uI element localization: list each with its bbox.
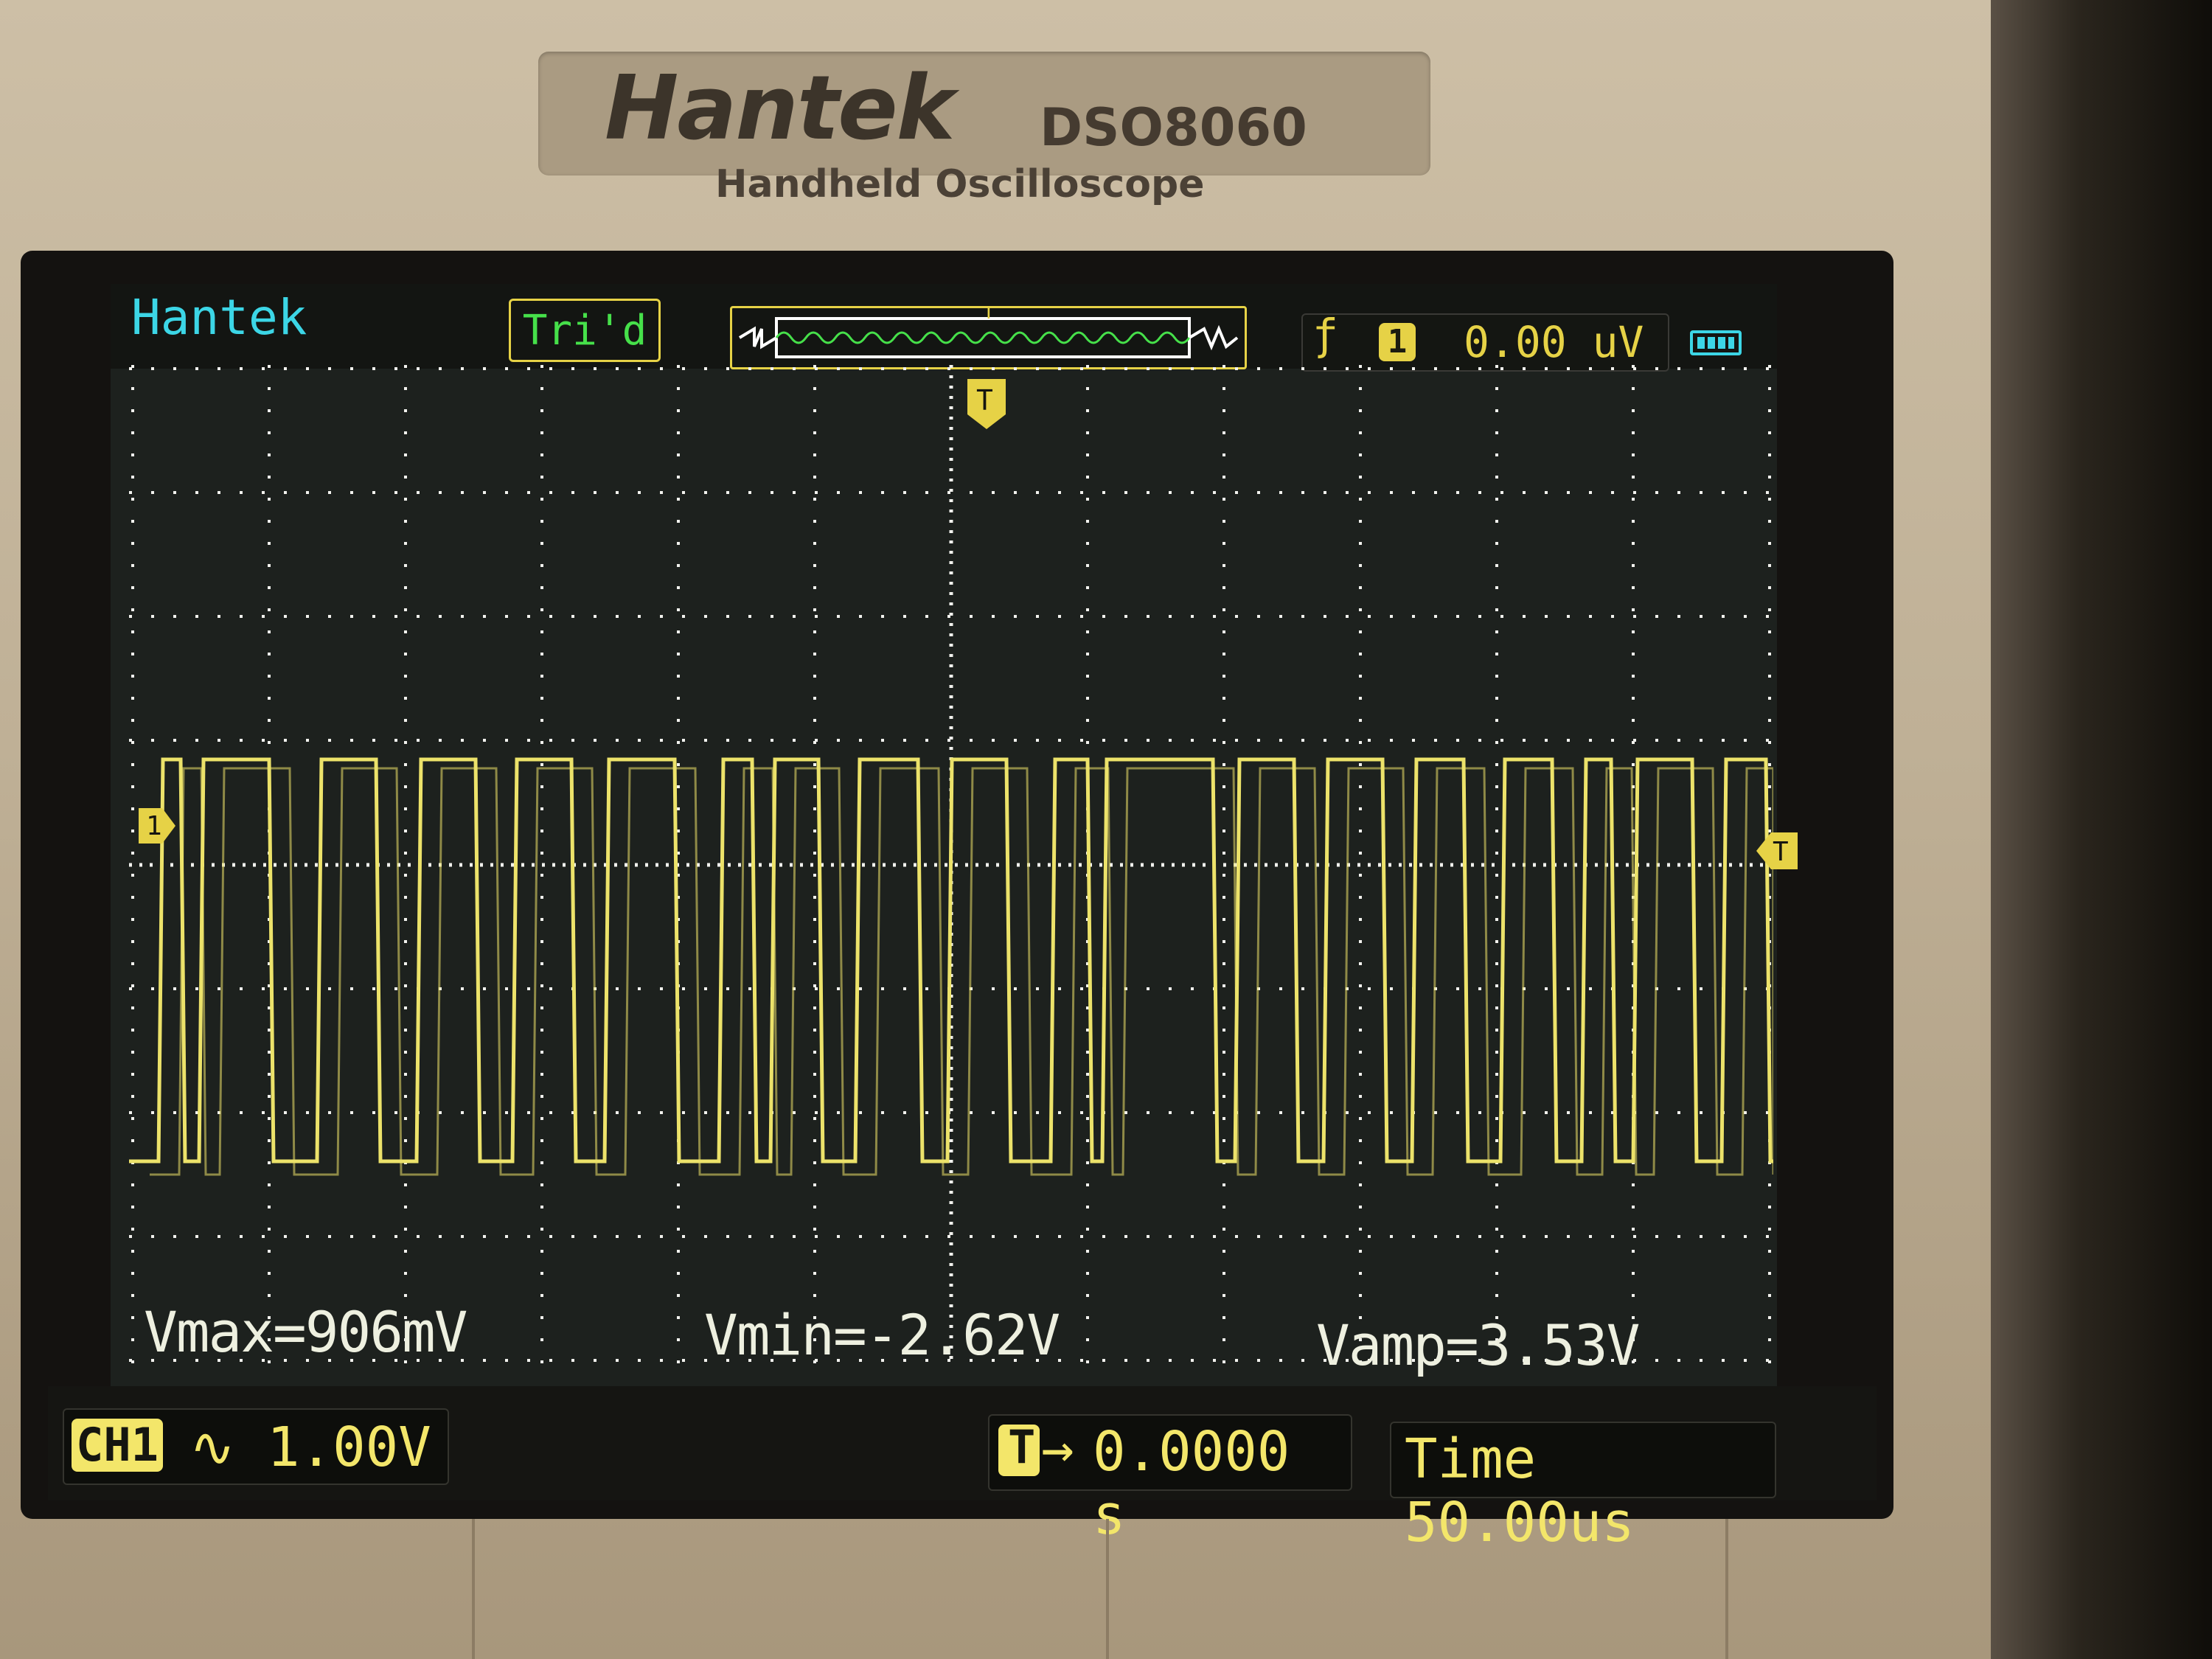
channel-1-settings[interactable]: CH1 ∿ 1.00V — [63, 1408, 449, 1485]
memory-trigger-marker: T — [983, 308, 995, 324]
measurement-vmin: Vmin=-2.62V — [704, 1302, 1060, 1368]
memory-waveform-green — [775, 331, 1191, 344]
device-model: DSO8060 — [1040, 97, 1307, 158]
battery-icon — [1690, 330, 1742, 355]
bezel-seam — [472, 1519, 475, 1659]
arrow-right-icon: → — [1041, 1417, 1074, 1481]
rising-edge-icon: ƒ — [1312, 310, 1338, 360]
device-brand: Hantek — [605, 58, 955, 160]
timebase-value: Time 50.00us — [1405, 1427, 1635, 1554]
waveform-graticule — [129, 365, 1773, 1364]
trigger-level-marker[interactable]: T — [1755, 830, 1799, 872]
ch1-waveform-trace — [129, 757, 1773, 1164]
trigger-status-badge: Tri'd — [509, 299, 661, 362]
trigger-channel-badge: 1 — [1379, 323, 1416, 361]
device-side — [1991, 0, 2212, 1659]
channel-tag: CH1 — [72, 1419, 163, 1472]
bezel-seam — [1106, 1519, 1109, 1659]
device-subtitle: Handheld Oscilloscope — [715, 162, 1205, 206]
trigger-position-marker[interactable]: T — [966, 378, 1007, 431]
memory-waveform-tail — [1188, 324, 1239, 351]
trigger-position-value: 0.0000 s — [1093, 1420, 1290, 1547]
trigger-level-value: 0.00 uV — [1464, 317, 1644, 367]
ac-coupling-icon: ∿ — [189, 1416, 236, 1479]
measurement-vamp: Vamp=3.53V — [1316, 1312, 1641, 1378]
measurement-vmax: Vmax=906mV — [144, 1299, 468, 1365]
memory-waveform-preview — [738, 326, 778, 349]
bezel-seam — [1725, 1519, 1728, 1659]
channel-volts-per-div: 1.00V — [267, 1416, 431, 1479]
ch1-waveform-persistence — [150, 767, 1773, 1176]
ch1-marker-label: 1 — [146, 811, 162, 841]
screen-logo: Hantek — [131, 289, 307, 346]
trigger-position-icon — [998, 1420, 1040, 1476]
trigger-level-label: T — [1773, 837, 1789, 867]
ch1-ground-marker[interactable]: 1 — [139, 805, 177, 846]
timebase-readout[interactable]: Time 50.00us — [1390, 1422, 1776, 1554]
trigger-position-label: T — [976, 384, 993, 417]
memory-position-indicator[interactable]: T — [730, 306, 1247, 369]
trigger-position-readout[interactable]: → 0.0000 s — [988, 1414, 1352, 1547]
